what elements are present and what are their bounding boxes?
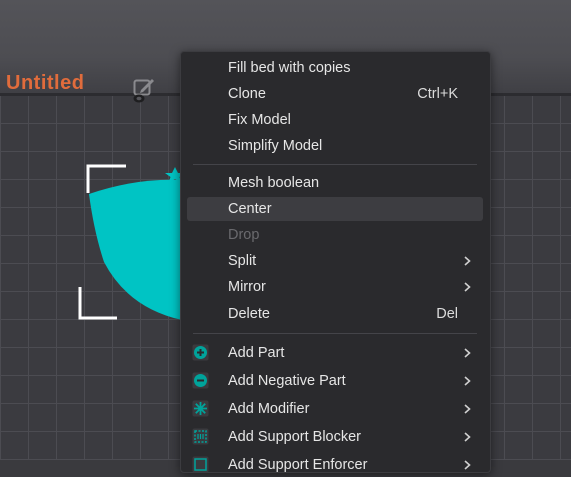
menu-item-fill-bed[interactable]: Fill bed with copies — [187, 56, 483, 80]
menu-item-label: Split — [228, 253, 257, 269]
menu-item-clone[interactable]: Clone Ctrl+K — [187, 82, 483, 106]
menu-item-label: Simplify Model — [228, 138, 323, 154]
menu-separator — [193, 333, 477, 334]
chevron-right-icon — [464, 404, 471, 414]
menu-item-label: Add Negative Part — [228, 373, 346, 389]
selected-model[interactable] — [60, 150, 200, 340]
plate-marker-icon — [133, 94, 145, 103]
menu-item-label: Add Support Enforcer — [228, 457, 368, 473]
menu-item-label: Mirror — [228, 279, 266, 295]
menu-item-center[interactable]: Center — [187, 197, 483, 221]
menu-item-add-part[interactable]: Add Part — [187, 341, 483, 365]
menu-item-label: Mesh boolean — [228, 175, 320, 191]
menu-item-add-support-enforcer[interactable]: Add Support Enforcer — [187, 453, 483, 477]
menu-item-label: Clone — [228, 86, 266, 102]
chevron-right-icon — [464, 432, 471, 442]
menu-item-label: Delete — [228, 306, 270, 322]
menu-item-label: Fix Model — [228, 112, 291, 128]
menu-separator — [193, 164, 477, 165]
menu-item-mesh-boolean[interactable]: Mesh boolean — [187, 171, 483, 195]
menu-item-delete[interactable]: Delete Del — [187, 302, 483, 326]
menu-item-drop: Drop — [187, 223, 483, 247]
chevron-right-icon — [464, 460, 471, 470]
menu-item-label: Add Support Blocker — [228, 429, 361, 445]
menu-item-label: Add Modifier — [228, 401, 310, 417]
menu-item-add-modifier[interactable]: Add Modifier — [187, 397, 483, 421]
menu-item-split[interactable]: Split — [187, 249, 483, 273]
add-modifier-icon — [192, 400, 209, 417]
context-menu: Fill bed with copies Clone Ctrl+K Fix Mo… — [180, 51, 491, 473]
add-support-enforcer-icon — [192, 456, 209, 473]
project-title[interactable]: Untitled — [6, 72, 84, 95]
chevron-right-icon — [464, 376, 471, 386]
menu-item-simplify-model[interactable]: Simplify Model — [187, 134, 483, 158]
add-support-blocker-icon — [192, 428, 209, 445]
menu-item-label: Center — [228, 201, 272, 217]
menu-item-label: Fill bed with copies — [228, 60, 351, 76]
menu-item-label: Drop — [228, 227, 260, 243]
add-negative-part-icon — [192, 372, 209, 389]
menu-item-add-negative-part[interactable]: Add Negative Part — [187, 369, 483, 393]
menu-item-shortcut: Del — [436, 306, 458, 322]
chevron-right-icon — [464, 348, 471, 358]
menu-item-fix-model[interactable]: Fix Model — [187, 108, 483, 132]
add-part-icon — [192, 344, 209, 361]
menu-item-shortcut: Ctrl+K — [417, 86, 458, 102]
menu-item-mirror[interactable]: Mirror — [187, 275, 483, 299]
chevron-right-icon — [464, 282, 471, 292]
chevron-right-icon — [464, 256, 471, 266]
menu-item-label: Add Part — [228, 345, 285, 361]
menu-item-add-support-blocker[interactable]: Add Support Blocker — [187, 425, 483, 449]
